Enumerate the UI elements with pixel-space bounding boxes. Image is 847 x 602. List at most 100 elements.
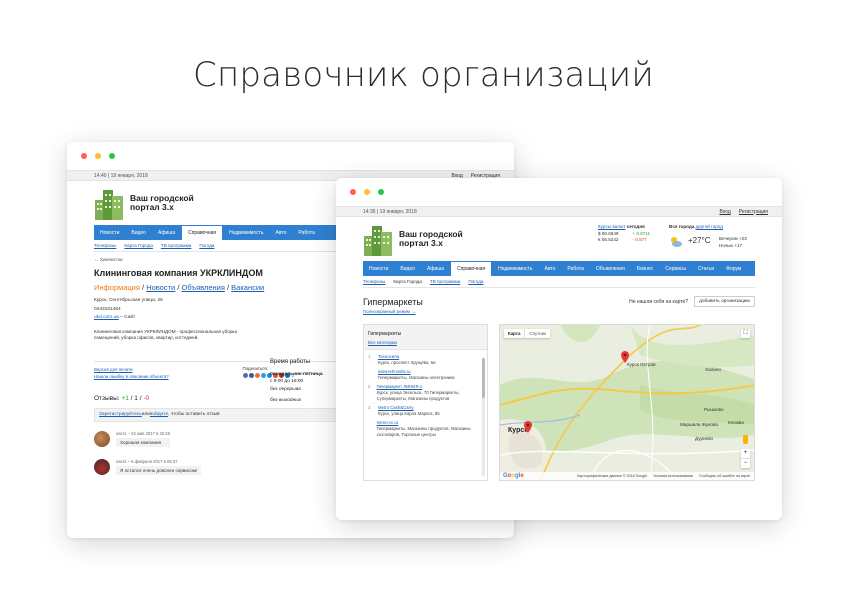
map-canvas: [500, 325, 754, 480]
list-item[interactable]: www.tehnosila.ru Гипермаркеты, Магазины э…: [368, 369, 477, 380]
usd-rate: $ 60.6649: [598, 230, 619, 236]
subnav-tv[interactable]: ТВ программа: [161, 243, 191, 248]
datetime: 14:36 | 19 января, 2018: [363, 208, 417, 215]
facebook-icon[interactable]: [248, 372, 254, 378]
subnav-phones[interactable]: Телефоны: [363, 279, 385, 284]
item-desc: Гипермаркеты, Магазины продуктов, Магази…: [376, 425, 471, 437]
hours-break: без перерыва: [270, 386, 301, 392]
weather-night-label: Ночью: [719, 242, 734, 248]
zoom-out-button[interactable]: −: [741, 459, 750, 468]
nav-item-news[interactable]: Новости: [94, 225, 125, 240]
maximize-dot-icon[interactable]: [378, 189, 384, 195]
subnav-phones[interactable]: Телефоны: [94, 243, 116, 248]
nav-item-video[interactable]: Видео: [394, 261, 421, 276]
list-item[interactable]: 2 Гипермаркет ЛИНИЯ-1 Курск, улица Энгель…: [368, 384, 477, 401]
item-desc: Курск, улица Карла Маркса, 85: [378, 410, 440, 416]
item-number: [368, 420, 371, 437]
map-data-credit: Картографические данные © 2018 Google: [577, 474, 648, 478]
nav-item-realty[interactable]: Недвижимость: [492, 261, 538, 276]
nav-item-auto[interactable]: Авто: [538, 261, 561, 276]
all-categories-link[interactable]: Все категории: [368, 340, 483, 345]
minimize-dot-icon[interactable]: [95, 153, 101, 159]
close-dot-icon[interactable]: [81, 153, 87, 159]
map-pin-icon[interactable]: [621, 351, 629, 363]
avatar: [94, 458, 110, 475]
scrollbar-thumb[interactable]: [482, 358, 485, 398]
list-scrollbar[interactable]: [482, 358, 485, 476]
list-item[interactable]: 3 Metro Cash&Carry Курск, улица Карла Мар…: [368, 405, 477, 416]
close-dot-icon[interactable]: [350, 189, 356, 195]
company-site-link[interactable]: ukd.com.ua: [94, 315, 119, 320]
nav-item-articles[interactable]: Статьи: [692, 261, 720, 276]
vk-icon[interactable]: [242, 372, 248, 378]
google-logo: Google: [503, 473, 524, 479]
nav-item-afisha[interactable]: Афиша: [421, 261, 450, 276]
maximize-dot-icon[interactable]: [109, 153, 115, 159]
nav-item-directory[interactable]: Справочная: [450, 261, 493, 276]
tab-vacancies[interactable]: Вакансии: [231, 283, 264, 292]
item-number: [368, 369, 372, 380]
nav-item-forum[interactable]: Форум: [720, 261, 747, 276]
report-error-link[interactable]: Нашли ошибку в описании объекта?: [94, 373, 169, 380]
twitter-icon[interactable]: [260, 372, 266, 378]
tab-news[interactable]: Новости: [146, 283, 175, 292]
register-link[interactable]: Зарегистрируйтесь: [99, 412, 142, 417]
map-type-map-tab[interactable]: Карта: [504, 329, 525, 338]
nav-item-news[interactable]: Новости: [363, 261, 394, 276]
main-nav: Новости Видео Афиша Справочная Недвижимо…: [363, 261, 755, 276]
map-zoom-control: + −: [741, 449, 750, 468]
weather-other-city-link[interactable]: другой город: [696, 224, 723, 229]
logo-text: Ваш городской портал 3.x: [130, 193, 194, 212]
comment-meta: user1 – 24 мая 2017 в 22:46: [116, 430, 170, 436]
nav-item-realty[interactable]: Недвижимость: [223, 225, 269, 240]
nav-item-work[interactable]: Работа: [561, 261, 590, 276]
nav-item-ads[interactable]: Объявления: [590, 261, 631, 276]
map-type-satellite-tab[interactable]: Спутник: [524, 329, 550, 338]
reviews-minus: -0: [143, 394, 150, 402]
nav-item-afisha[interactable]: Афиша: [152, 225, 181, 240]
print-version-link[interactable]: Версия для печати: [94, 366, 169, 373]
list-item[interactable]: 1 Техносила Курск, проспект Хрущёва, 5а: [368, 354, 477, 365]
tab-info[interactable]: Информация: [94, 283, 140, 292]
signin-link[interactable]: войдите: [150, 412, 168, 417]
odnoklassniki-icon[interactable]: [254, 372, 260, 378]
map-report-link[interactable]: Сообщить об ошибке на карте: [699, 474, 750, 478]
city-buildings-icon: [363, 222, 393, 256]
subnav-weather[interactable]: Погода: [199, 243, 214, 248]
subnav-tv[interactable]: ТВ программа: [430, 279, 460, 284]
city-buildings-icon: [94, 186, 124, 220]
fullscreen-mode-link[interactable]: Полноэкранный режим →: [363, 309, 755, 314]
nav-item-video[interactable]: Видео: [125, 225, 152, 240]
weather-night-temp: +17: [734, 242, 743, 248]
subnav-weather[interactable]: Погода: [468, 279, 483, 284]
rates-title-link[interactable]: Курсы валют: [598, 224, 625, 229]
map-label: Рышково: [704, 407, 724, 412]
weather-evening-temp: +23: [738, 236, 747, 241]
register-link[interactable]: Регистрация: [739, 209, 768, 215]
nav-item-directory[interactable]: Справочная: [181, 225, 224, 240]
item-desc: Гипермаркеты, Магазины электроники: [378, 374, 455, 380]
nav-item-work[interactable]: Работа: [292, 225, 321, 240]
list-item[interactable]: metro-cc.ru Гипермаркеты, Магазины продук…: [368, 420, 477, 437]
map-pin-icon[interactable]: [524, 421, 532, 433]
subnav-city-map[interactable]: Карта Города: [393, 279, 422, 284]
login-link[interactable]: Вход: [719, 209, 730, 215]
map-fullscreen-icon[interactable]: ⛶: [741, 329, 750, 338]
item-desc: Курск, проспект Хрущёва, 5а: [378, 359, 436, 365]
hours-days: понедельник-пятница: [270, 371, 323, 377]
google-map[interactable]: Карта Спутник ⛶ Курск Остров Халино Клюк…: [499, 324, 755, 481]
minimize-dot-icon[interactable]: [364, 189, 370, 195]
add-organization-button[interactable]: добавить организацию: [694, 296, 755, 307]
hero-title: Справочник организаций: [193, 55, 654, 95]
nav-item-services[interactable]: Сервисы: [659, 261, 692, 276]
zoom-in-button[interactable]: +: [741, 449, 750, 459]
street-view-pegman-icon[interactable]: [743, 435, 748, 444]
map-terms-link[interactable]: Условия использования: [653, 474, 693, 478]
tab-ads[interactable]: Объявления: [182, 283, 225, 292]
window-chrome: [336, 178, 782, 206]
nav-item-business[interactable]: Бизнес: [631, 261, 659, 276]
currency-rates: Курсы валют сегодня $ 60.6649 + 0.6711 € …: [598, 224, 650, 244]
weather-temp: +27°C: [688, 236, 711, 245]
subnav-city-map[interactable]: Карта Города: [124, 243, 153, 248]
nav-item-auto[interactable]: Авто: [269, 225, 292, 240]
